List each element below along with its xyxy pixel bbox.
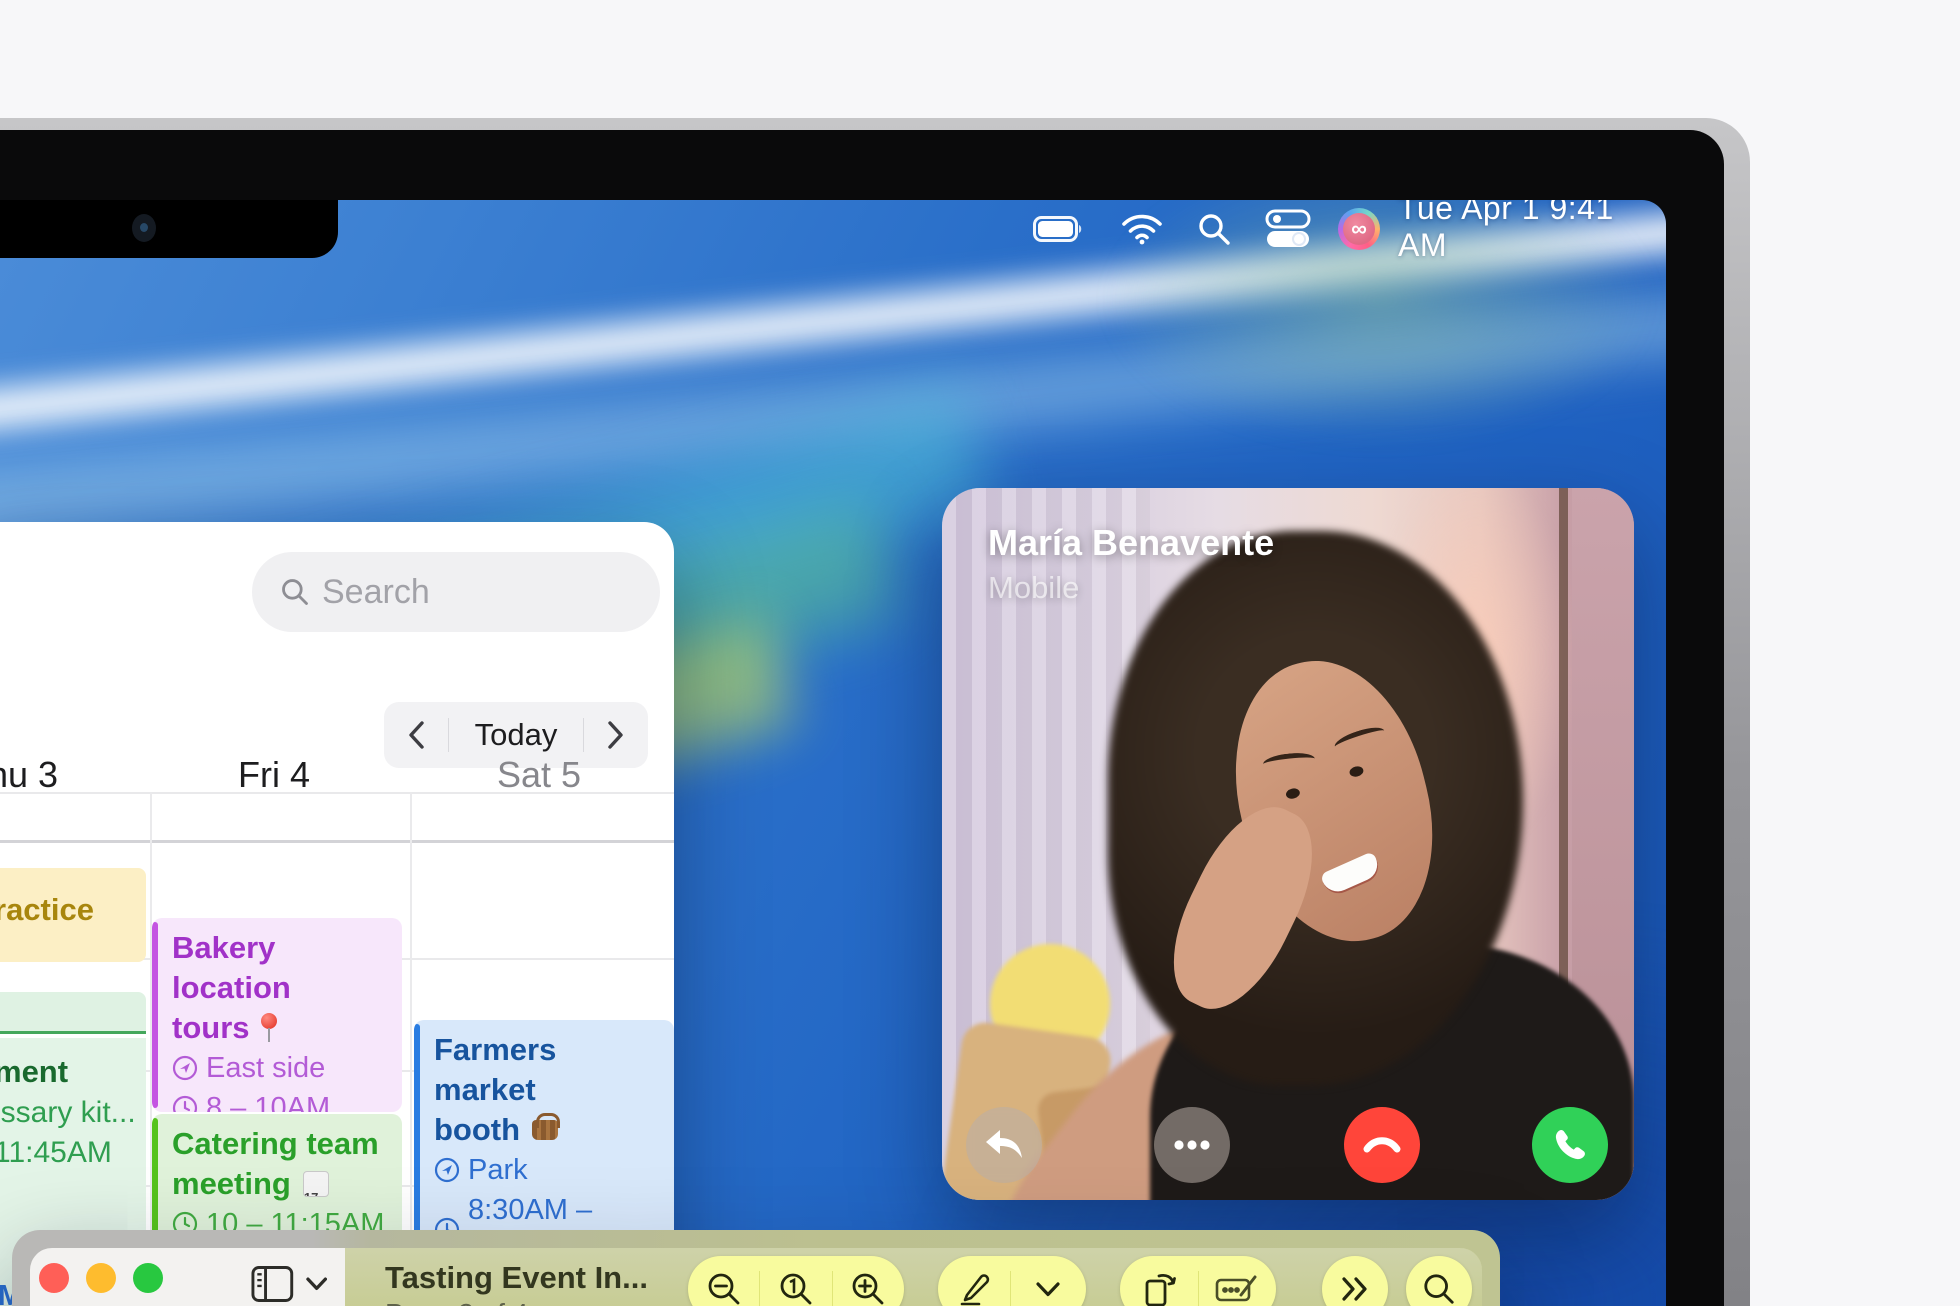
zoom-out-button[interactable] [688,1256,759,1306]
pushpin-icon [260,1011,278,1045]
zoom-window-button[interactable] [133,1263,163,1293]
photo-background [942,488,1150,1200]
markup-button[interactable] [938,1256,1010,1306]
siri-icon[interactable]: ∞ [1336,207,1382,251]
search-icon [1422,1272,1456,1306]
event-green-upper[interactable] [0,992,146,1034]
facetime-call-window: María Benavente Mobile [942,488,1634,1200]
zoom-in-button[interactable] [833,1256,904,1306]
wifi-icon[interactable] [1118,207,1166,251]
today-button[interactable]: Today [449,717,583,753]
caller-hair [1108,531,1523,1086]
photo-background [1572,488,1634,1200]
search-icon [280,577,310,607]
caller-face [1208,641,1458,963]
facetime-camera [132,214,156,242]
photo-background [942,1020,1113,1200]
chevron-down-icon [306,1277,327,1291]
battery-icon[interactable] [1032,207,1084,251]
actual-size-button[interactable] [760,1256,831,1306]
location-icon [434,1157,460,1183]
calendar-search-field[interactable]: Search [252,552,660,632]
clock-icon [172,1095,198,1112]
event-color-bar [152,922,158,1108]
grid-line [410,792,412,1306]
document-title: Tasting Event In... [385,1260,648,1296]
rotate-button[interactable] [1120,1256,1198,1306]
day-header-sat[interactable]: Sat 5 [475,754,603,796]
reply-message-button[interactable] [966,1107,1042,1183]
caller-arm [942,951,1450,1200]
day-header-row: hu 3 Fri 4 Sat 5 [0,754,674,794]
grid-line [0,840,674,843]
markup-group [938,1256,1086,1306]
photo-background [1559,488,1568,1200]
search-placeholder: Search [322,573,430,612]
day-header-thu[interactable]: hu 3 [0,754,58,796]
close-button[interactable] [39,1263,69,1293]
control-center-icon[interactable] [1262,207,1314,251]
grid-line [0,792,674,794]
decline-call-button[interactable] [1344,1107,1420,1183]
markup-menu-button[interactable] [1011,1256,1085,1306]
event-practice[interactable]: ractice [0,868,146,962]
spotlight-icon[interactable] [1192,207,1236,251]
photo-background [990,944,1110,1064]
display-notch [0,200,338,258]
page-indicator: Page 2 of 4 [385,1298,528,1306]
marketing-screenshot: ∞ Tue Apr 1 9:41 AM Search [0,0,1960,1306]
preview-window: Tasting Event In... Page 2 of 4 [12,1230,1500,1306]
rotate-form-group [1120,1256,1276,1306]
zoom-controls-group [688,1256,904,1306]
minimize-button[interactable] [86,1263,116,1293]
sidebar-toggle-button[interactable] [251,1262,327,1306]
photo-background [1036,1079,1186,1200]
form-fill-button[interactable] [1199,1256,1277,1306]
accept-call-button[interactable] [1532,1107,1608,1183]
call-type-label: Mobile [988,570,1079,606]
caller-hand [1150,789,1337,1026]
location-icon [172,1055,198,1081]
caller-name: María Benavente [988,522,1274,564]
caller-sweater [1150,944,1634,1200]
calendar-window: Search Today hu 3 Fri 4 Sat 5 [0,522,674,1306]
photo-background [1371,488,1579,858]
basket-emoji-icon [532,1120,558,1140]
event-bakery-tours[interactable]: Bakery location tours East side [152,918,402,1112]
calendar-emoji-icon: 17 [303,1171,329,1197]
menu-bar-clock[interactable]: Tue Apr 1 9:41 AM [1398,200,1666,254]
day-header-fri[interactable]: Fri 4 [210,754,338,796]
more-options-button[interactable] [1154,1107,1230,1183]
double-chevron-right-icon [1340,1276,1370,1302]
chevron-down-icon [1036,1282,1060,1297]
macos-desktop: ∞ Tue Apr 1 9:41 AM Search [0,200,1666,1306]
